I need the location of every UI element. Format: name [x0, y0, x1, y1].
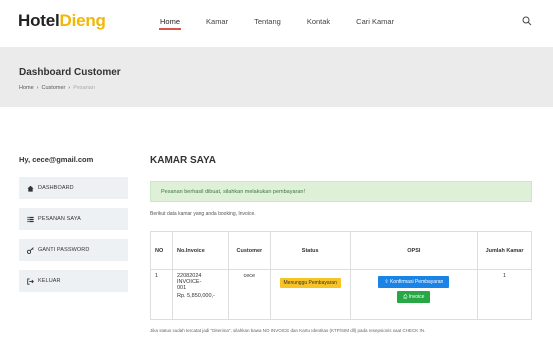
button-label: Konfirmasi Pembayaran — [389, 279, 444, 285]
sidebar-item-label: PESANAN SAYA — [38, 216, 81, 222]
table-row: 1 22082024 INVOICE- 001 Rp. 5,850,000,- … — [150, 269, 532, 320]
col-header-invoice: No.Invoice — [171, 231, 229, 270]
breadcrumb-separator: › — [36, 85, 39, 91]
success-alert: Pesanan berhasil dibuat, silahkan melaku… — [150, 181, 532, 202]
nav-item-home[interactable]: Home — [158, 17, 182, 30]
main-nav: Home Kamar Tentang Kontak Cari Kamar — [158, 17, 420, 30]
breadcrumb: Home › Customer › Pesanan — [19, 85, 95, 91]
breadcrumb-current: Pesanan — [73, 85, 95, 91]
intro-text: Berikut data kamar yang anda booking, In… — [150, 211, 256, 217]
cell-no: 1 — [150, 269, 173, 320]
sidebar-item-ganti-password[interactable]: GANTI PASSWORD — [19, 239, 128, 261]
list-icon — [27, 216, 34, 222]
footnote: Jika status sudah tercatat jadi "Diterim… — [150, 328, 426, 333]
status-badge: Menunggu Pembayaran — [279, 278, 341, 288]
breadcrumb-separator: › — [68, 85, 71, 91]
col-header-no: NO — [150, 231, 173, 270]
invoice-amount: Rp. 5,850,000,- — [176, 293, 215, 299]
cell-invoice: 22082024 INVOICE- 001 Rp. 5,850,000,- — [171, 269, 229, 320]
button-label: Invoice — [408, 294, 425, 300]
invoice-button[interactable]: ⎙ Invoice — [397, 291, 431, 303]
sidebar-item-label: KELUAR — [38, 278, 61, 284]
col-header-opsi: OPSI — [349, 231, 479, 270]
orders-table: NO No.Invoice Customer Status OPSI Jumla… — [150, 231, 532, 320]
key-icon — [27, 246, 34, 254]
col-header-jumlah: Jumlah Kamar — [477, 231, 532, 270]
brand-logo[interactable]: HotelDieng — [18, 11, 106, 31]
brand-part2: Dieng — [59, 11, 106, 30]
nav-item-kontak[interactable]: Kontak — [307, 17, 330, 26]
page-header: Dashboard Customer Home › Customer › Pes… — [0, 47, 553, 107]
sidebar-item-pesanan-saya[interactable]: PESANAN SAYA — [19, 208, 128, 230]
nav-item-kamar[interactable]: Kamar — [206, 17, 228, 26]
cell-jumlah: 1 — [477, 269, 532, 320]
main-title: KAMAR SAYA — [150, 155, 216, 166]
col-header-customer: Customer — [227, 231, 271, 270]
sidebar-item-label: DASHBOARD — [38, 185, 74, 191]
user-greeting: Hy, cece@gmail.com — [19, 155, 94, 164]
konfirmasi-pembayaran-button[interactable]: ⇪ Konfirmasi Pembayaran — [378, 276, 450, 288]
sidebar-item-keluar[interactable]: KELUAR — [19, 270, 128, 292]
search-icon[interactable] — [522, 16, 532, 26]
navbar: HotelDieng Home Kamar Tentang Kontak Car… — [0, 0, 553, 46]
nav-item-tentang[interactable]: Tentang — [254, 17, 281, 26]
cell-customer: cece — [227, 269, 271, 320]
breadcrumb-home[interactable]: Home — [19, 85, 34, 91]
page-title: Dashboard Customer — [19, 67, 121, 78]
brand-part1: Hotel — [18, 11, 60, 30]
logout-icon — [27, 277, 34, 285]
sidebar-item-label: GANTI PASSWORD — [38, 247, 90, 253]
nav-item-cari-kamar[interactable]: Cari Kamar — [356, 17, 394, 26]
cell-opsi: ⇪ Konfirmasi Pembayaran ⎙ Invoice — [349, 269, 479, 320]
sidebar-item-dashboard[interactable]: DASHBOARD — [19, 177, 128, 199]
table-header-row: NO No.Invoice Customer Status OPSI Jumla… — [150, 231, 532, 270]
col-header-status: Status — [269, 231, 351, 270]
breadcrumb-customer[interactable]: Customer — [42, 85, 66, 91]
cell-status: Menunggu Pembayaran — [269, 269, 351, 320]
home-icon — [27, 185, 34, 192]
alert-text: Pesanan berhasil dibuat, silahkan melaku… — [161, 188, 306, 195]
invoice-number: 001 — [176, 285, 187, 291]
